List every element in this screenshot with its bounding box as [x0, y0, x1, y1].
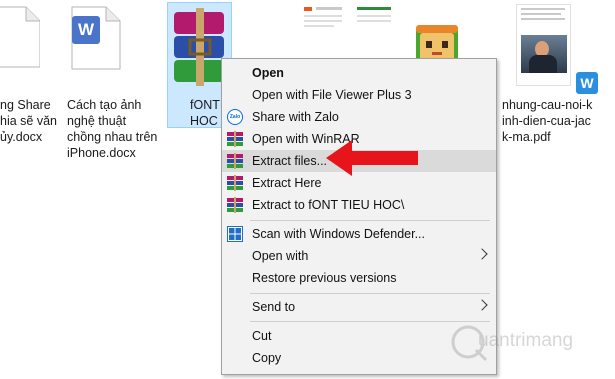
menu-item-scan-defender[interactable]: Scan with Windows Defender...	[222, 223, 496, 245]
file-label-2[interactable]: Cách tạo ảnh nghệ thuật chồng nhau trên …	[67, 97, 167, 161]
file-icon-word[interactable]: W	[68, 6, 124, 70]
winrar-icon	[227, 197, 243, 213]
file-label-1[interactable]: ng Share hia sẽ văn ủy.docx	[0, 97, 62, 145]
file-label-4[interactable]: nhung-cau-noi-k inh-dien-cua-jac k-ma.pd…	[502, 97, 615, 145]
menu-separator	[250, 293, 490, 294]
zalo-icon: Zalo	[227, 109, 243, 125]
menu-item-open-with[interactable]: Open with	[222, 245, 496, 267]
menu-item-open[interactable]: Open	[222, 62, 496, 84]
chevron-right-icon	[476, 299, 488, 311]
menu-separator	[250, 220, 490, 221]
photo-thumbnail	[521, 35, 567, 73]
document-thumbnail-2[interactable]	[351, 5, 397, 55]
red-arrow-annotation	[324, 138, 420, 178]
chevron-right-icon	[476, 248, 488, 260]
menu-item-open-with-file-viewer[interactable]: Open with File Viewer Plus 3	[222, 84, 496, 106]
menu-item-restore-previous-versions[interactable]: Restore previous versions	[222, 267, 496, 289]
pdf-badge-icon: W	[576, 72, 598, 94]
menu-item-extract-to-folder[interactable]: Extract to fONT TIEU HOC\	[222, 194, 496, 216]
pdf-thumbnail[interactable]	[516, 4, 571, 86]
document-thumbnail[interactable]	[298, 3, 348, 55]
watermark: uantrimang	[448, 320, 608, 364]
file-icon-document[interactable]	[0, 6, 41, 68]
menu-item-share-with-zalo[interactable]: Zalo Share with Zalo	[222, 106, 496, 128]
winrar-icon	[227, 153, 243, 169]
winrar-archive-icon	[172, 8, 226, 86]
word-badge-letter: W	[77, 20, 95, 39]
windows-defender-icon	[227, 226, 243, 242]
winrar-icon	[227, 131, 243, 147]
menu-item-send-to[interactable]: Send to	[222, 296, 496, 318]
document-icon	[0, 6, 41, 68]
winrar-icon	[227, 175, 243, 191]
